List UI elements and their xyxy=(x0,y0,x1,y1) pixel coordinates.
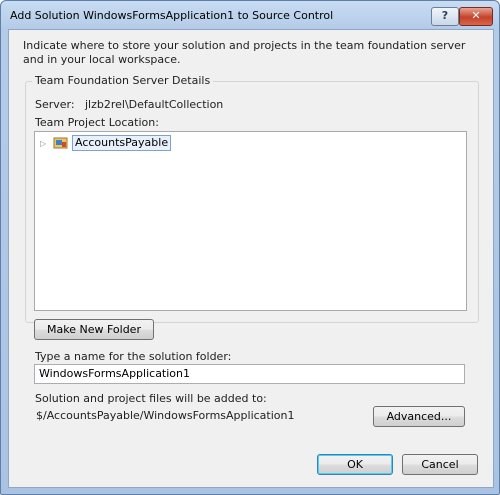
group-legend: Team Foundation Server Details xyxy=(32,74,214,87)
make-new-folder-button[interactable]: Make New Folder xyxy=(34,319,154,340)
dialog-window: Add Solution WindowsFormsApplication1 to… xyxy=(0,0,500,495)
files-destination-path: $/AccountsPayable/WindowsFormsApplicatio… xyxy=(36,409,295,422)
title-bar[interactable]: Add Solution WindowsFormsApplication1 to… xyxy=(1,1,499,29)
server-value: jlzb2rel\DefaultCollection xyxy=(85,98,224,111)
folder-name-label: Type a name for the solution folder: xyxy=(35,350,232,363)
advanced-button[interactable]: Advanced... xyxy=(373,406,465,427)
close-icon: ✕ xyxy=(471,9,481,22)
solution-folder-input[interactable]: WindowsFormsApplication1 xyxy=(34,364,465,384)
ok-button[interactable]: OK xyxy=(317,454,393,475)
team-project-location-label: Team Project Location: xyxy=(35,116,159,129)
files-destination-label: Solution and project files will be added… xyxy=(35,392,267,405)
dialog-client-area: Indicate where to store your solution an… xyxy=(8,29,494,488)
tree-node-accountspayable[interactable]: ▷ AccountsPayable xyxy=(40,135,172,151)
team-project-icon xyxy=(53,136,69,150)
team-project-tree[interactable]: ▷ AccountsPayable xyxy=(34,131,467,311)
server-label: Server: xyxy=(35,98,75,111)
window-title: Add Solution WindowsFormsApplication1 to… xyxy=(10,9,334,22)
cancel-button[interactable]: Cancel xyxy=(402,454,478,475)
close-button[interactable]: ✕ xyxy=(459,7,493,26)
instruction-text: Indicate where to store your solution an… xyxy=(23,39,466,66)
help-icon: ? xyxy=(441,9,449,22)
tree-node-label: AccountsPayable xyxy=(72,135,172,151)
expand-arrow-icon[interactable]: ▷ xyxy=(40,139,50,148)
help-button[interactable]: ? xyxy=(431,7,459,26)
